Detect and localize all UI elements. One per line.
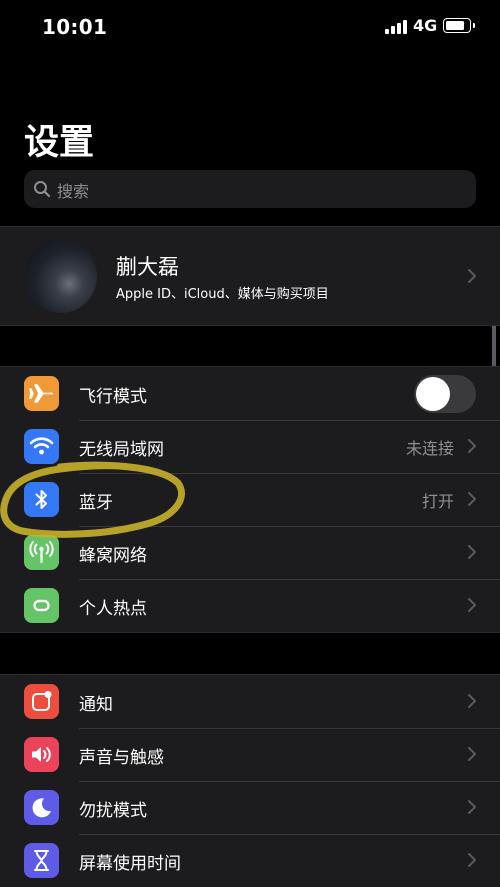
row-label: 屏幕使用时间 [79,854,181,874]
settings-row-wifi[interactable]: 无线局域网 未连接 [0,420,500,473]
profile-name: 蒯大磊 [116,255,179,279]
chevron-right-icon [468,800,476,814]
settings-row-screen-time[interactable]: 屏幕使用时间 [0,834,500,887]
cellular-signal-icon [385,20,407,34]
hotspot-icon [24,588,59,623]
row-value: 未连接 [405,439,454,458]
chevron-right-icon [468,492,476,506]
avatar [24,240,97,313]
row-label: 个人热点 [79,599,147,619]
sound-icon [24,737,59,772]
chevron-right-icon [468,747,476,761]
notifications-group: 通知 声音与触感 勿扰模式 屏幕使用时间 [0,674,500,887]
battery-icon [443,18,475,33]
row-value: 打开 [421,492,454,511]
network-type: 4G [413,16,438,35]
row-label: 声音与触感 [79,748,164,768]
airplane-mode-toggle[interactable] [414,375,476,413]
bluetooth-icon [24,482,59,517]
chevron-right-icon [468,545,476,559]
moon-icon [24,790,59,825]
cellular-icon [24,535,59,570]
settings-row-sounds[interactable]: 声音与触感 [0,728,500,781]
row-label: 蓝牙 [79,493,113,513]
settings-row-hotspot[interactable]: 个人热点 [0,579,500,632]
page-title: 设置 [24,123,95,163]
airplane-icon [24,376,59,411]
settings-row-cellular[interactable]: 蜂窝网络 [0,526,500,579]
row-label: 通知 [79,695,113,715]
chevron-right-icon [468,598,476,612]
hourglass-icon [24,843,59,878]
wifi-icon [24,429,59,464]
settings-row-bluetooth[interactable]: 蓝牙 打开 [0,473,500,526]
status-bar: 10:01 4G [0,0,500,56]
status-time: 10:01 [42,15,108,39]
settings-row-notifications[interactable]: 通知 [0,675,500,728]
row-label: 勿扰模式 [79,801,147,821]
profile-subtitle: Apple ID、iCloud、媒体与购买项目 [116,287,329,302]
chevron-right-icon [468,439,476,453]
row-label: 飞行模式 [79,387,147,407]
settings-row-do-not-disturb[interactable]: 勿扰模式 [0,781,500,834]
chevron-right-icon [468,269,476,283]
notifications-icon [24,684,59,719]
settings-row-airplane: 飞行模式 [0,367,500,420]
search-field[interactable]: 搜索 [24,170,476,208]
row-label: 蜂窝网络 [79,546,147,566]
search-placeholder: 搜索 [57,182,90,201]
connectivity-group: 飞行模式 无线局域网 未连接 蓝牙 打开 蜂窝网络 个人热点 [0,366,500,633]
row-label: 无线局域网 [79,440,164,460]
apple-id-row[interactable]: 蒯大磊 Apple ID、iCloud、媒体与购买项目 [0,226,500,326]
search-icon [34,181,51,198]
chevron-right-icon [468,694,476,708]
